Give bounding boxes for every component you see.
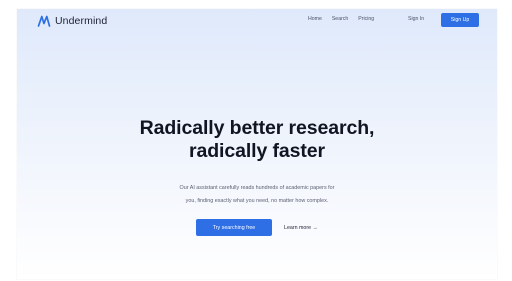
- nav-link-pricing[interactable]: Pricing: [358, 16, 374, 22]
- sign-up-button[interactable]: Sign Up: [441, 13, 479, 27]
- hero-subtitle-line-2: you, finding exactly what you need, no m…: [185, 198, 329, 204]
- nav-links: Home Search Pricing: [308, 16, 374, 22]
- cta-row: Try searching free Learn more →: [196, 219, 318, 236]
- top-nav: Undermind Home Search Pricing Sign In Si…: [17, 9, 497, 33]
- nav-link-home[interactable]: Home: [308, 16, 322, 22]
- nav-link-search[interactable]: Search: [332, 16, 348, 22]
- undermind-logo-icon: [37, 15, 51, 27]
- try-searching-free-button[interactable]: Try searching free: [196, 219, 272, 236]
- hero-title-line-2: radically faster: [188, 140, 326, 162]
- learn-more-link[interactable]: Learn more →: [284, 225, 318, 231]
- hero-subtitle: Our AI assistant carefully reads hundred…: [17, 182, 497, 208]
- brand-logo[interactable]: Undermind: [37, 14, 107, 28]
- hero-title-line-1: Radically better research,: [139, 117, 375, 139]
- brand-name: Undermind: [55, 15, 108, 27]
- browser-viewport: Undermind Home Search Pricing Sign In Si…: [17, 9, 497, 279]
- hero-title: Radically better research, radically fas…: [17, 117, 497, 163]
- sign-in-link[interactable]: Sign In: [408, 16, 424, 22]
- hero-subtitle-line-1: Our AI assistant carefully reads hundred…: [179, 185, 335, 191]
